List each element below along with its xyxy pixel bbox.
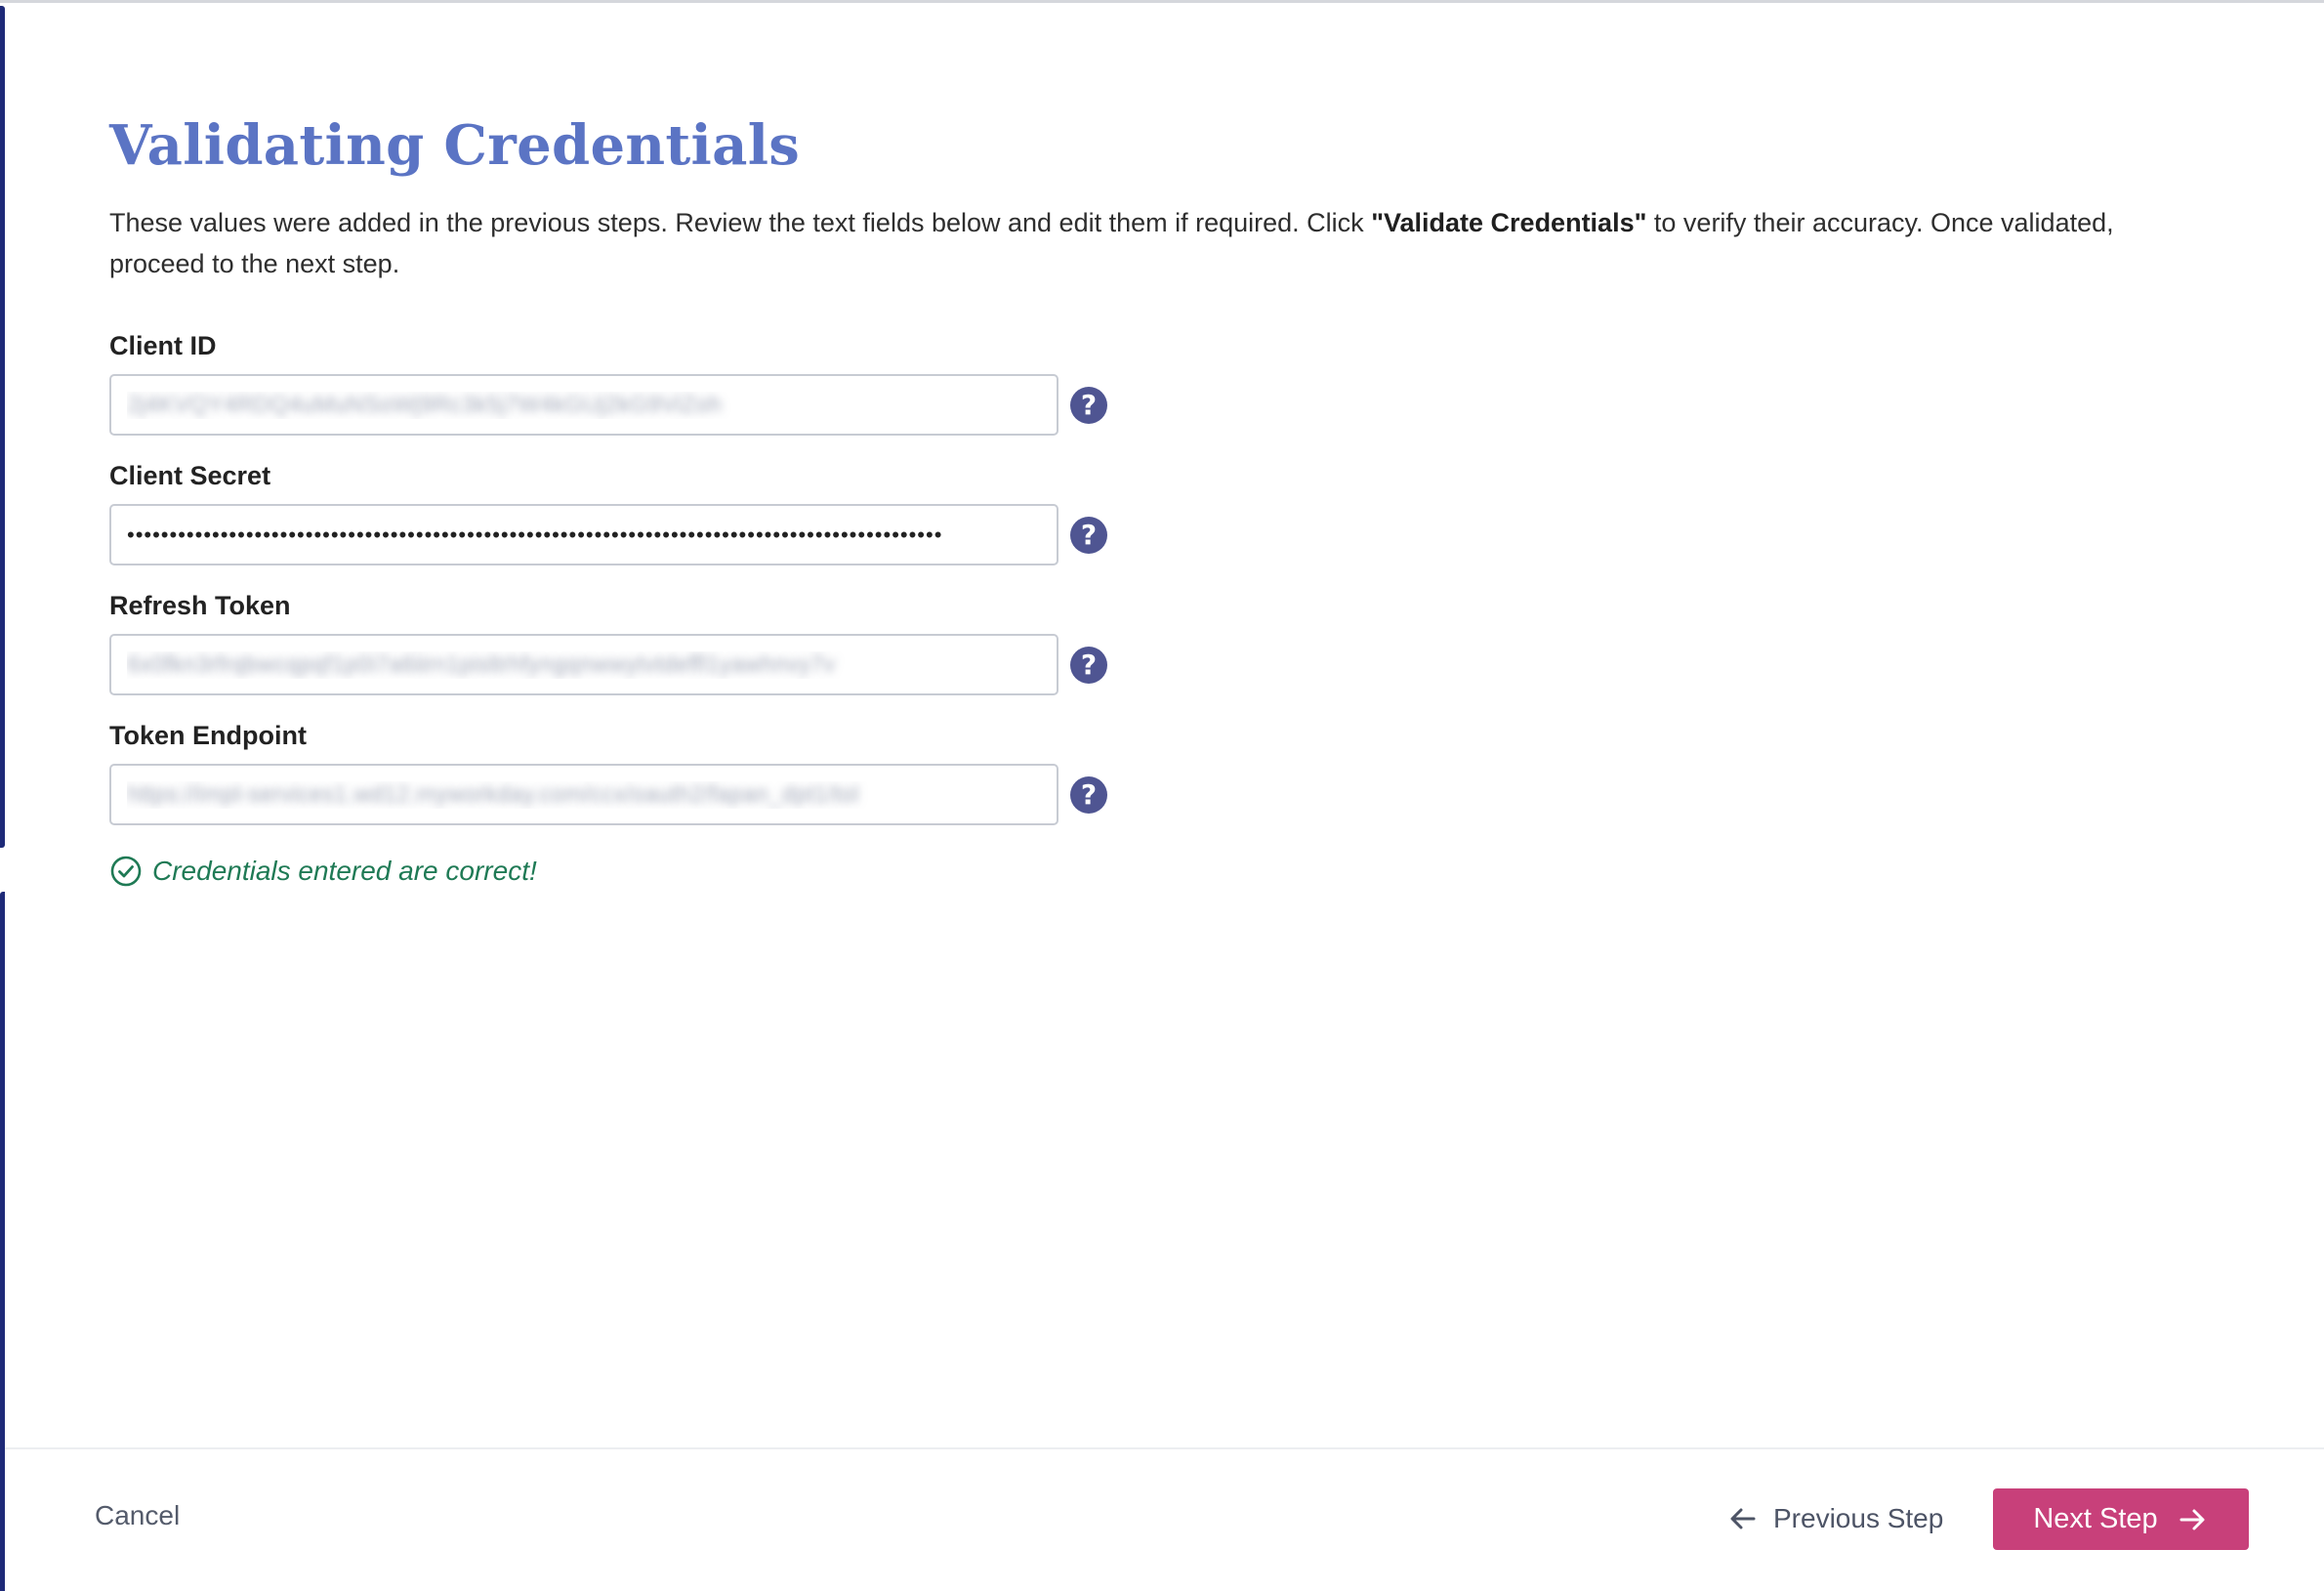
content-header: Validating Credentials These values were… bbox=[109, 110, 2219, 284]
client-id-row: ? bbox=[109, 374, 1107, 436]
question-mark-icon[interactable]: ? bbox=[1070, 775, 1107, 814]
client-secret-input[interactable] bbox=[109, 504, 1058, 565]
question-mark-icon[interactable]: ? bbox=[1070, 646, 1107, 684]
previous-step-button[interactable]: Previous Step bbox=[1726, 1491, 1943, 1546]
token-endpoint-input[interactable] bbox=[109, 764, 1058, 825]
next-step-label: Next Step bbox=[2033, 1503, 2158, 1534]
left-accent-bar bbox=[0, 6, 5, 848]
next-step-button[interactable]: Next Step bbox=[1993, 1488, 2249, 1550]
description-text: These values were added in the previous … bbox=[109, 208, 1372, 237]
client-secret-row: ? bbox=[109, 504, 1107, 565]
refresh-token-input[interactable] bbox=[109, 634, 1058, 695]
arrow-right-icon bbox=[2179, 1509, 2205, 1529]
token-endpoint-row: ? bbox=[109, 764, 1107, 825]
footer-divider bbox=[5, 1447, 2324, 1449]
cancel-button[interactable]: Cancel bbox=[95, 1500, 180, 1531]
validation-status: Credentials entered are correct! bbox=[109, 855, 537, 888]
token-endpoint-label: Token Endpoint bbox=[109, 721, 307, 750]
field-client-id: Client ID ? bbox=[109, 329, 1107, 436]
validation-message: Credentials entered are correct! bbox=[152, 856, 537, 886]
client-id-label: Client ID bbox=[109, 331, 217, 360]
refresh-token-label: Refresh Token bbox=[109, 591, 291, 620]
previous-step-label: Previous Step bbox=[1773, 1503, 1944, 1533]
description-emphasis: "Validate Credentials" bbox=[1371, 208, 1647, 237]
client-secret-label: Client Secret bbox=[109, 461, 271, 490]
check-circle-icon bbox=[110, 856, 142, 887]
refresh-token-row: ? bbox=[109, 634, 1107, 695]
left-accent-bar-lower bbox=[0, 892, 5, 1591]
window-frame: Validating Credentials These values were… bbox=[0, 0, 2324, 1591]
question-mark-icon[interactable]: ? bbox=[1070, 516, 1107, 554]
arrow-left-icon bbox=[1730, 1508, 1756, 1529]
field-client-secret: Client Secret ? bbox=[109, 459, 1107, 565]
field-refresh-token: Refresh Token ? bbox=[109, 589, 1107, 695]
page-description: These values were added in the previous … bbox=[109, 202, 2209, 284]
client-id-input[interactable] bbox=[109, 374, 1058, 436]
field-token-endpoint: Token Endpoint ? bbox=[109, 719, 1107, 825]
question-mark-icon[interactable]: ? bbox=[1070, 386, 1107, 424]
page-title: Validating Credentials bbox=[109, 113, 801, 178]
